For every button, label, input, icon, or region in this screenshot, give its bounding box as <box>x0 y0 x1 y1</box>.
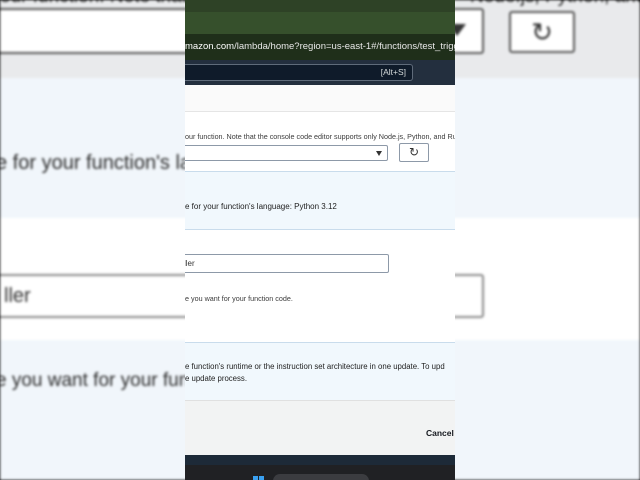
cancel-button[interactable]: Cancel <box>426 428 454 438</box>
browser-address-bar[interactable]: mazon.com/lambda/home?region=us-east-1#/… <box>185 34 455 60</box>
handler-input[interactable]: ller <box>185 254 389 273</box>
browser-tab-bar <box>185 0 455 34</box>
info-alert-update: e function's runtime or the instruction … <box>185 342 455 402</box>
bg-handler-value: ller <box>4 285 31 307</box>
url-domain: mazon.com <box>185 41 235 52</box>
windows-start-icon[interactable] <box>253 476 265 480</box>
url-text[interactable]: mazon.com/lambda/home?region=us-east-1#/… <box>185 41 455 52</box>
form-footer: Cancel <box>185 400 455 455</box>
chevron-down-icon <box>376 151 382 156</box>
aws-console-header: [Alt+S] <box>185 60 455 85</box>
page-header-strip <box>185 85 455 112</box>
info-language-text: e for your function's language: Python 3… <box>185 202 337 211</box>
bg-refresh-icon: ↻ <box>509 11 575 53</box>
handler-value: ller <box>185 259 195 268</box>
bg-runtime-description-right: Node.js, Python, and Ruby <box>470 0 640 8</box>
runtime-select[interactable] <box>185 145 388 161</box>
taskbar-search[interactable] <box>273 474 369 480</box>
bg-handler-hint: e you want for your functi <box>0 370 209 391</box>
search-shortcut-hint: [Alt+S] <box>380 67 406 77</box>
aws-search-input[interactable]: [Alt+S] <box>185 64 413 81</box>
refresh-icon: ↻ <box>408 145 420 159</box>
runtime-description: our function. Note that the console code… <box>185 132 455 141</box>
handler-hint: e you want for your function code. <box>185 294 293 303</box>
browser-tab-strip[interactable] <box>185 12 455 34</box>
foreground-screen: mazon.com/lambda/home?region=us-east-1#/… <box>185 0 455 480</box>
info-update-line1: e function's runtime or the instruction … <box>185 362 445 371</box>
info-alert-language: e for your function's language: Python 3… <box>185 171 455 230</box>
info-update-line2: e update process. <box>185 374 247 383</box>
os-taskbar <box>185 465 455 480</box>
url-path: /lambda/home?region=us-east-1#/functions… <box>234 41 455 52</box>
refresh-button[interactable]: ↻ <box>399 143 429 162</box>
bg-language-text: e for your function's la <box>0 152 192 174</box>
console-footer-bar <box>185 455 455 465</box>
